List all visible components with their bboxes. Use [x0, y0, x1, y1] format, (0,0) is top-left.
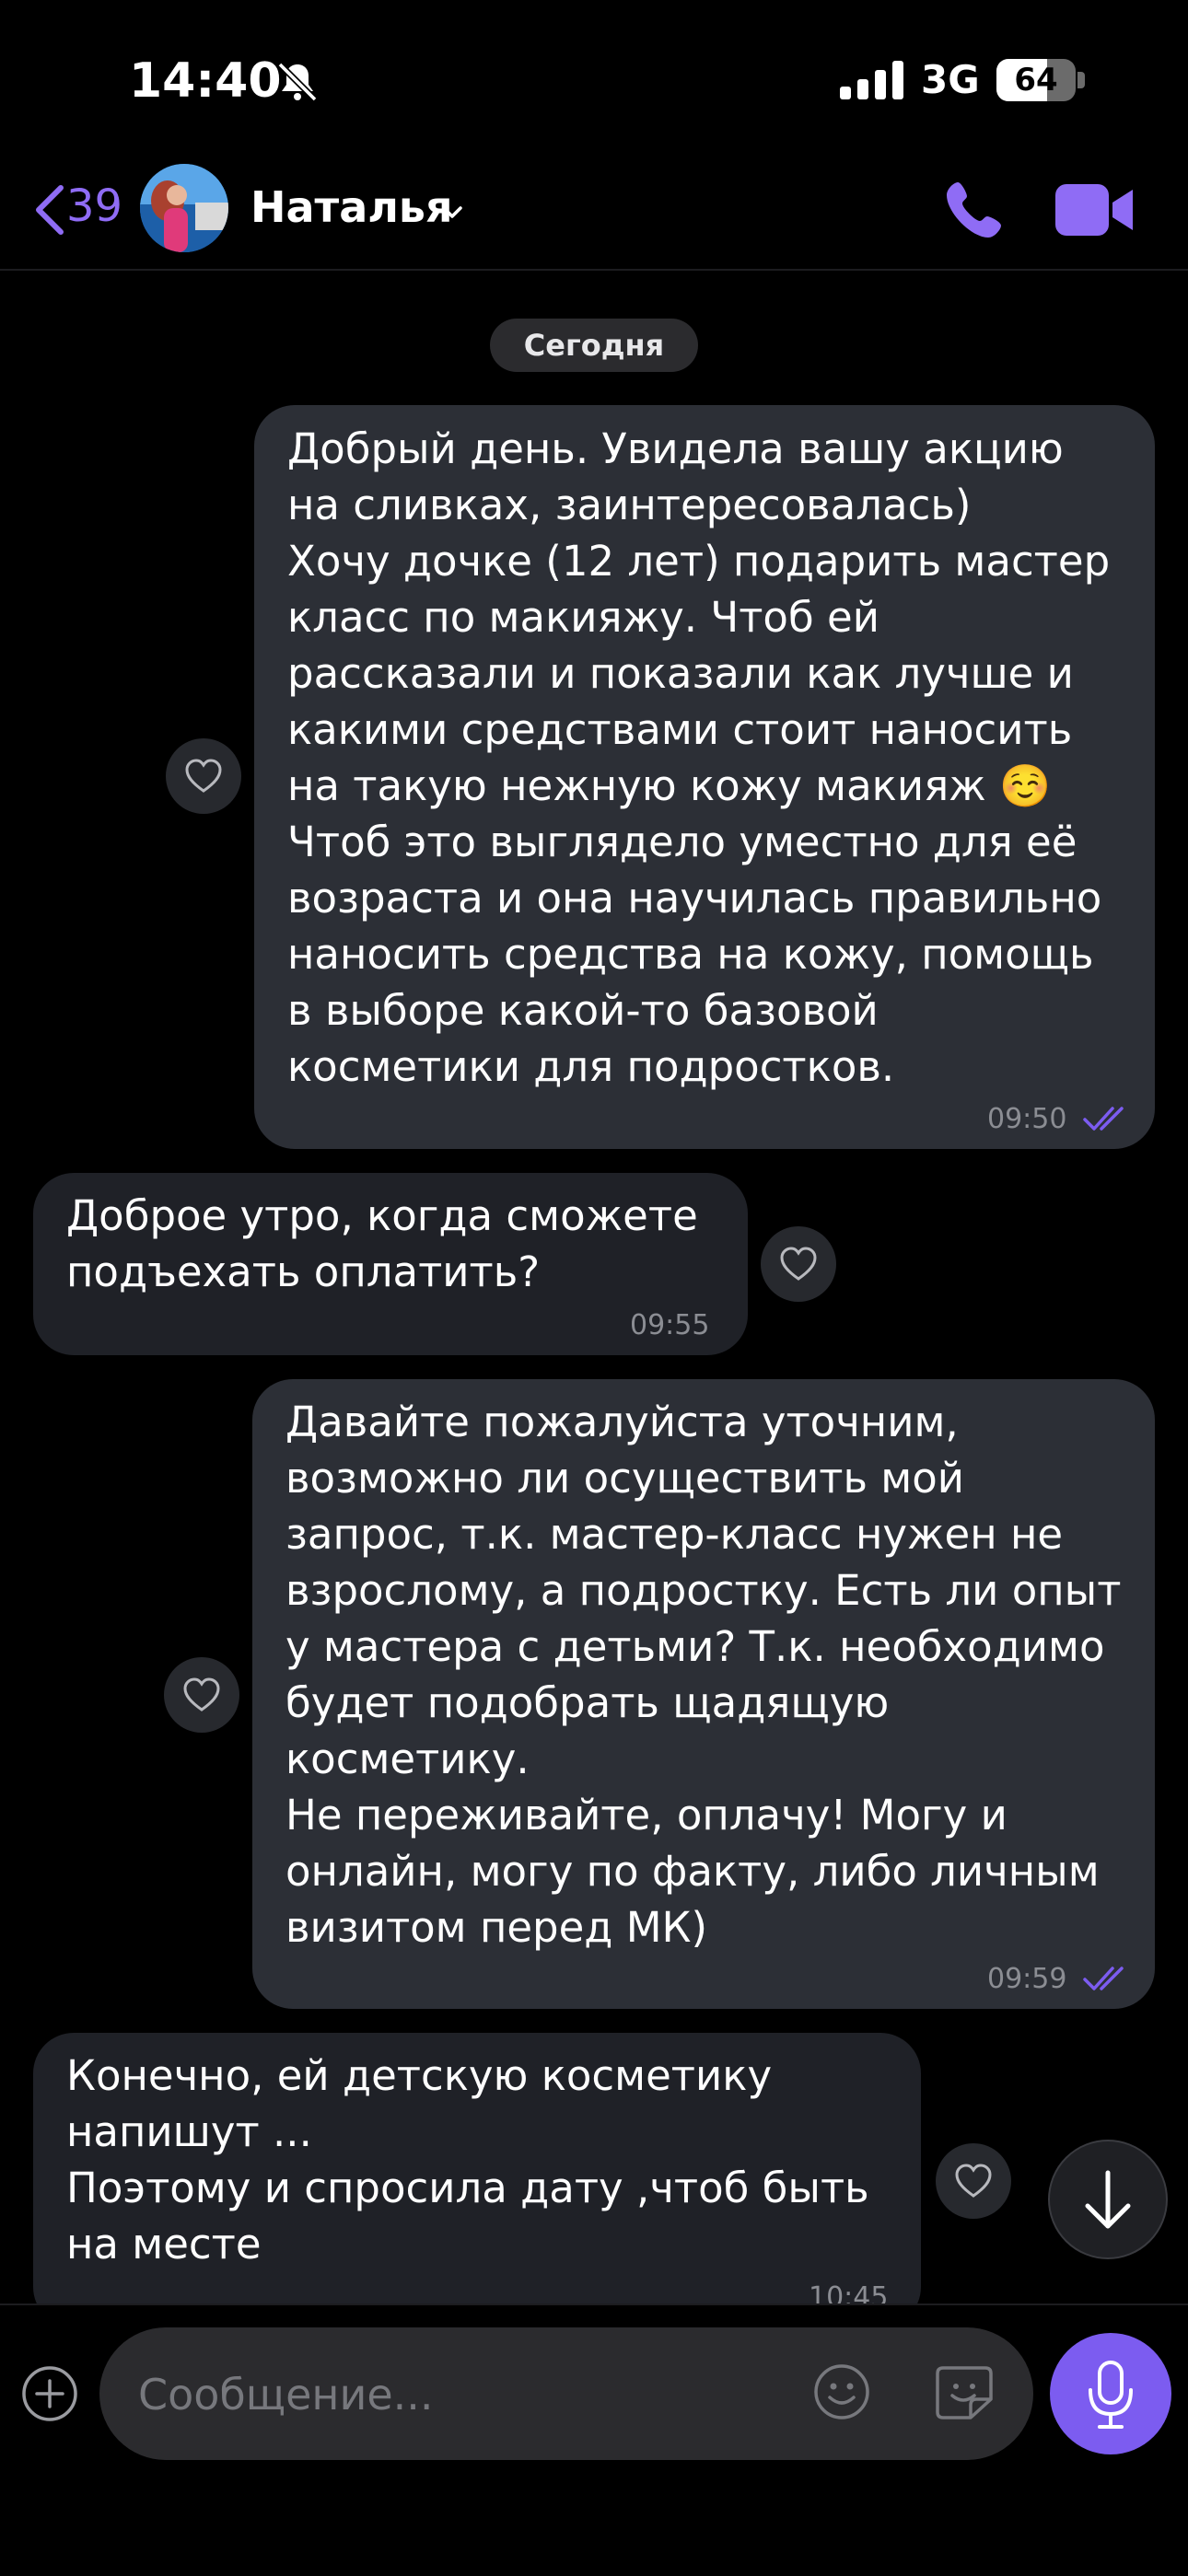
video-camera-icon[interactable]: [1055, 180, 1135, 239]
status-time: 14:40: [129, 53, 282, 109]
double-check-icon: [1083, 1107, 1124, 1131]
message-text: Добрый день. Увидела вашу акцию на сливк…: [287, 424, 1111, 1091]
message-time: 09:55: [630, 1309, 710, 1341]
heart-icon: [185, 759, 222, 793]
scroll-to-bottom-button[interactable]: [1048, 2140, 1168, 2259]
message-text: Доброе утро, когда сможете подъехать опл…: [66, 1191, 698, 1296]
back-chevron-icon[interactable]: [31, 180, 68, 239]
battery-icon: 64: [996, 59, 1085, 101]
message-input-container[interactable]: [99, 2327, 1033, 2462]
message-time: 09:50: [987, 1103, 1067, 1135]
like-button[interactable]: [164, 1657, 239, 1733]
heart-icon: [955, 2164, 992, 2198]
signal-icon: [840, 61, 903, 99]
heart-icon: [780, 1247, 817, 1281]
sticker-icon[interactable]: [934, 2362, 995, 2421]
chevron-down-icon[interactable]: [440, 204, 464, 221]
network-type: 3G: [921, 57, 980, 102]
like-button[interactable]: [761, 1226, 836, 1302]
like-button[interactable]: [166, 738, 241, 814]
arrow-down-icon: [1085, 2170, 1131, 2229]
bell-slash-icon: [277, 62, 318, 102]
message-time: 09:59: [987, 1963, 1067, 1995]
like-button[interactable]: [936, 2143, 1011, 2219]
date-divider: Сегодня: [490, 319, 698, 372]
message-input[interactable]: [136, 2327, 803, 2462]
avatar[interactable]: [140, 164, 228, 252]
message-text: Давайте пожалуйста уточним, возможно ли …: [285, 1398, 1122, 1952]
phone-icon[interactable]: [941, 177, 1007, 243]
double-check-icon: [1083, 1967, 1124, 1990]
contact-name[interactable]: Наталья: [250, 182, 453, 232]
heart-icon: [183, 1677, 220, 1712]
smiley-icon[interactable]: [812, 2362, 871, 2421]
battery-level: 64: [1014, 62, 1058, 99]
microphone-icon: [1089, 2361, 1133, 2429]
message-text: Конечно, ей детскую косметику напишут ..…: [66, 2051, 869, 2269]
back-button-unread-count[interactable]: 39: [66, 180, 122, 232]
plus-icon[interactable]: [20, 2364, 79, 2423]
voice-record-button[interactable]: [1050, 2333, 1171, 2454]
